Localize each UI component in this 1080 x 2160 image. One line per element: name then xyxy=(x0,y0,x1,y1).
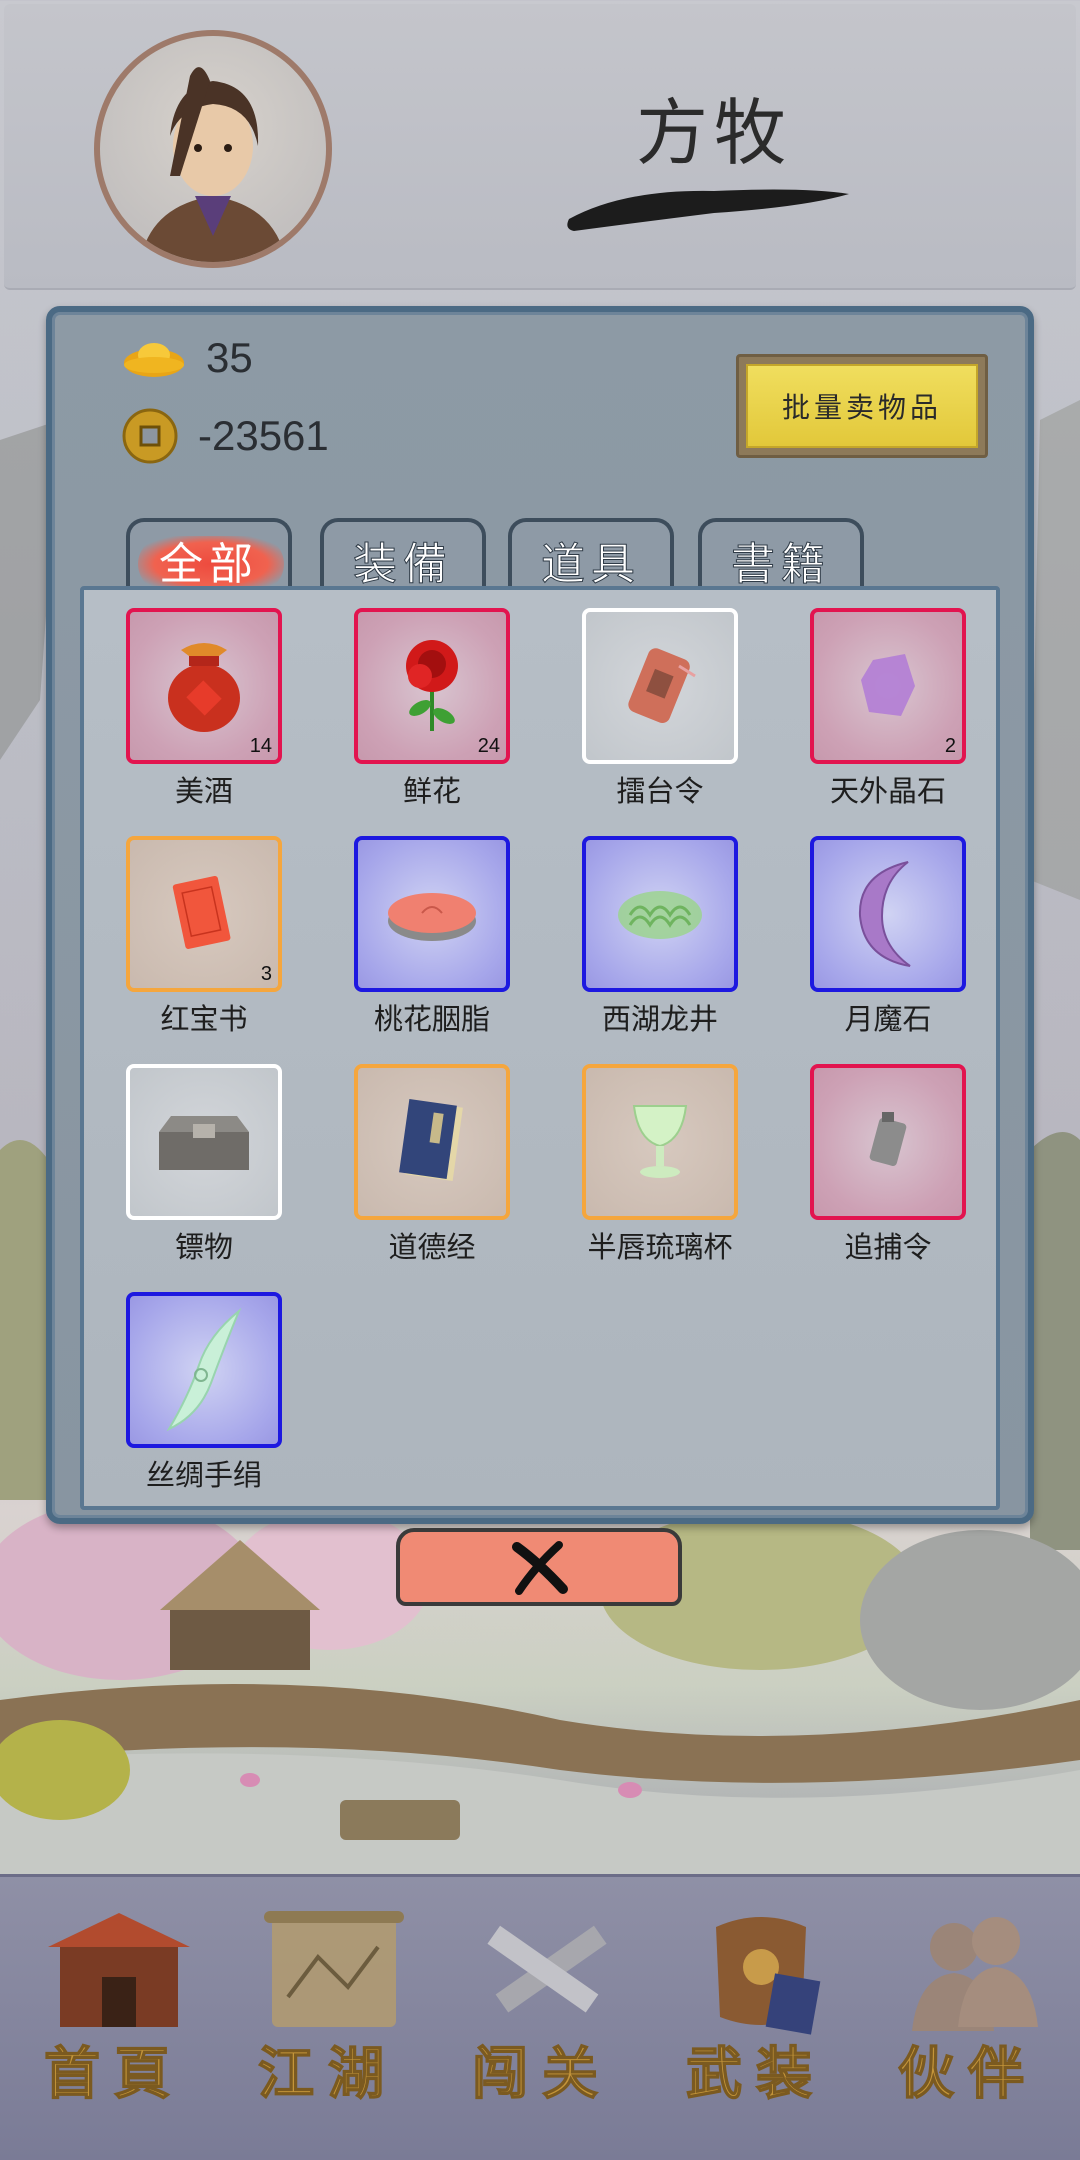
tab-props-label: 道具 xyxy=(541,539,641,591)
rouge-box-icon xyxy=(388,893,476,941)
item-name: 追捕令 xyxy=(844,1230,932,1264)
red-book-icon xyxy=(172,875,231,949)
item-cell[interactable]: 镖物 xyxy=(84,1046,284,1266)
item-cell[interactable]: 月魔石 xyxy=(768,818,968,1038)
item-cell[interactable]: 24 鲜花 xyxy=(312,590,512,810)
item-cell[interactable]: 西湖龙井 xyxy=(540,818,740,1038)
item-cell[interactable]: 道德经 xyxy=(312,1046,512,1266)
companions-icon xyxy=(912,1917,1038,2031)
item-cell[interactable]: 14 美酒 xyxy=(84,590,284,810)
item-slot[interactable] xyxy=(126,1064,282,1220)
item-name: 红宝书 xyxy=(160,1002,248,1036)
item-name: 桃花胭脂 xyxy=(373,1002,490,1036)
close-button[interactable] xyxy=(396,1528,682,1606)
item-cell[interactable]: 追捕令 xyxy=(768,1046,968,1266)
dao-de-jing-book-icon xyxy=(399,1099,463,1181)
item-cell[interactable]: 擂台令 xyxy=(540,590,740,810)
item-grid: 14 美酒 24 鲜花 擂台令 2 天外晶石 3 红宝书 桃花胭脂 西湖龙井 月… xyxy=(80,586,1000,1510)
item-count: 24 xyxy=(477,735,500,757)
item-count: 2 xyxy=(944,735,956,757)
player-avatar[interactable] xyxy=(94,30,332,268)
arrest-warrant-token-icon xyxy=(869,1112,907,1166)
tea-leaves-icon xyxy=(618,891,702,939)
rose-flower-icon xyxy=(406,640,458,731)
item-name: 美酒 xyxy=(174,774,233,808)
item-name: 丝绸手绢 xyxy=(145,1458,262,1492)
item-name: 天外晶石 xyxy=(829,774,946,808)
item-slot[interactable] xyxy=(354,836,510,992)
armor-icon xyxy=(716,1917,821,2035)
item-slot[interactable] xyxy=(810,836,966,992)
nav-jianghu[interactable]: 江湖 xyxy=(228,1877,428,2160)
item-count: 14 xyxy=(249,735,272,757)
crystal-stone-icon xyxy=(861,654,915,716)
item-slot[interactable] xyxy=(354,1064,510,1220)
nav-armor-label: 武装 xyxy=(685,2040,826,2108)
nav-home-label: 首頁 xyxy=(43,2040,184,2108)
copper-coin-row: -23561 xyxy=(122,406,329,466)
copper-coin-amount: -23561 xyxy=(198,412,329,459)
silk-handkerchief-icon xyxy=(166,1310,240,1432)
glass-cup-icon xyxy=(632,1105,688,1178)
item-name: 擂台令 xyxy=(616,774,704,808)
item-name: 西湖龙井 xyxy=(601,1002,718,1036)
item-slot[interactable]: 24 xyxy=(354,608,510,764)
item-name: 半唇琉璃杯 xyxy=(587,1230,733,1264)
brush-stroke-decoration xyxy=(567,189,849,231)
item-slot[interactable] xyxy=(810,1064,966,1220)
escort-cargo-box-icon xyxy=(159,1116,249,1170)
gold-ingot-row: 35 xyxy=(122,328,253,388)
nav-companions[interactable]: 伙伴 xyxy=(868,1877,1068,2160)
item-slot[interactable] xyxy=(126,1292,282,1448)
tab-equipment-label: 装備 xyxy=(353,539,453,591)
profile-header: 方牧 xyxy=(4,4,1076,290)
item-slot[interactable]: 2 xyxy=(810,608,966,764)
item-name: 道德经 xyxy=(388,1230,476,1264)
item-cell[interactable]: 3 红宝书 xyxy=(84,818,284,1038)
player-name: 方牧 xyxy=(635,91,792,175)
item-cell[interactable]: 半唇琉璃杯 xyxy=(540,1046,740,1266)
bottom-navigation: 首頁 江湖 闯关 武装 伙伴 xyxy=(0,1874,1080,2160)
item-cell[interactable]: 桃花胭脂 xyxy=(312,818,512,1038)
item-name: 鲜花 xyxy=(402,774,461,808)
close-icon xyxy=(512,1541,568,1595)
bulk-sell-label: 批量卖物品 xyxy=(746,364,978,448)
nav-home[interactable]: 首頁 xyxy=(14,1877,214,2160)
character-portrait-icon xyxy=(140,67,286,262)
item-name: 月魔石 xyxy=(844,1002,932,1036)
gold-ingot-icon xyxy=(124,343,184,377)
crossed-swords-icon xyxy=(487,1925,607,2013)
item-name: 镖物 xyxy=(174,1230,233,1264)
crescent-moon-stone-icon xyxy=(858,861,911,967)
arena-token-icon xyxy=(628,648,696,723)
item-cell[interactable]: 2 天外晶石 xyxy=(768,590,968,810)
tab-books-label: 書籍 xyxy=(731,539,831,591)
item-slot[interactable] xyxy=(582,836,738,992)
wine-jar-icon xyxy=(168,643,240,732)
nav-challenge-label: 闯关 xyxy=(471,2040,612,2108)
item-count: 3 xyxy=(260,963,272,985)
house-icon xyxy=(48,1913,190,2027)
item-slot[interactable] xyxy=(582,1064,738,1220)
tab-all-label: 全部 xyxy=(159,539,259,590)
item-slot[interactable]: 14 xyxy=(126,608,282,764)
gold-ingot-amount: 35 xyxy=(206,334,253,381)
item-cell[interactable]: 丝绸手绢 xyxy=(84,1274,284,1494)
item-slot[interactable]: 3 xyxy=(126,836,282,992)
copper-coin-icon xyxy=(122,408,178,464)
inventory-panel: 35 -23561 批量卖物品 全部 装備 道具 書籍 14 美酒 24 鲜花 … xyxy=(46,306,1034,1524)
nav-armor[interactable]: 武装 xyxy=(656,1877,856,2160)
bulk-sell-button[interactable]: 批量卖物品 xyxy=(736,354,988,458)
nav-companions-label: 伙伴 xyxy=(897,2040,1038,2108)
nav-jianghu-label: 江湖 xyxy=(257,2040,398,2108)
scroll-icon xyxy=(264,1911,404,2027)
nav-challenge[interactable]: 闯关 xyxy=(442,1877,642,2160)
item-slot[interactable] xyxy=(582,608,738,764)
